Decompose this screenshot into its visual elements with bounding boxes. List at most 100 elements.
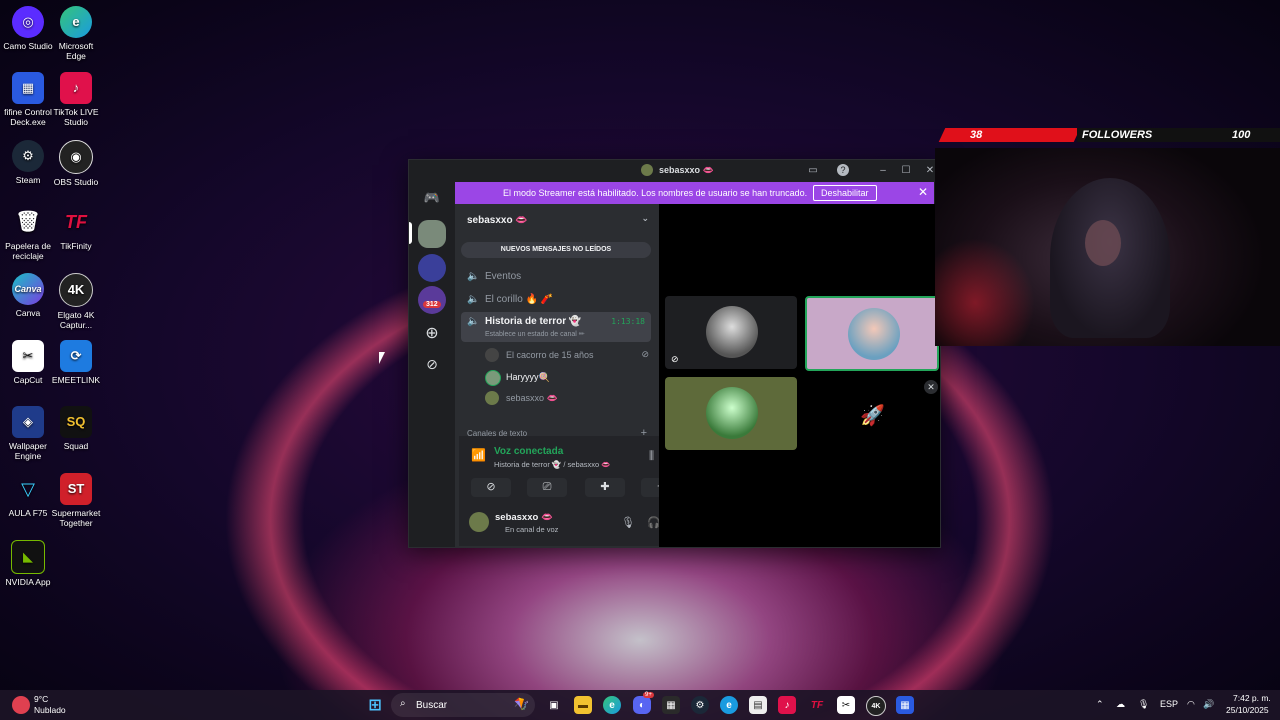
wifi-icon[interactable]: ◠ bbox=[1187, 699, 1195, 710]
desktop-icon-label: Steam bbox=[15, 175, 41, 185]
desktop-icon-nvidia[interactable]: ◣ NVIDIA App bbox=[0, 540, 56, 587]
guild-2[interactable] bbox=[418, 254, 446, 282]
elgato-taskbar-icon[interactable]: 4K bbox=[866, 696, 886, 716]
capcut-taskbar-icon[interactable]: ✂ bbox=[837, 696, 855, 714]
channel-historia-de-terror[interactable]: 🔈 Historia de terror 👻 1:13:18 Establece… bbox=[461, 312, 651, 342]
voice-user[interactable]: sebasxxo 👄 bbox=[485, 390, 649, 408]
mouse-cursor-icon bbox=[379, 352, 385, 364]
channel-eventos[interactable]: 🔈 Eventos bbox=[461, 267, 651, 287]
streamer-mode-banner: El modo Streamer está habilitado. Los no… bbox=[455, 182, 934, 204]
voice-user[interactable]: Haryyyy🍭 bbox=[485, 369, 649, 387]
channel-name: El corillo 🔥 🧨 bbox=[485, 294, 554, 305]
taskbar-search[interactable]: ⌕ Buscar 🪁 bbox=[391, 693, 535, 717]
activities-button[interactable]: ✚ bbox=[585, 478, 625, 497]
voice-user-name: Haryyyy🍭 bbox=[506, 372, 550, 382]
participant-tile[interactable] bbox=[665, 377, 797, 450]
banner-text: El modo Streamer está habilitado. Los no… bbox=[503, 188, 808, 198]
noise-suppression-icon[interactable]: ⫼ bbox=[649, 450, 654, 463]
minimize-button[interactable]: – bbox=[876, 164, 890, 178]
clock-time[interactable]: 7:42 p. m. bbox=[1233, 693, 1271, 703]
participant-tile[interactable]: ⊘ bbox=[665, 296, 797, 369]
desktop-icon-label: TikFinity bbox=[60, 241, 92, 251]
store-icon[interactable]: ▦ bbox=[662, 696, 680, 714]
red-light-glow bbox=[935, 238, 1035, 346]
aula-icon: ▽ bbox=[21, 479, 35, 499]
signal-icon[interactable]: 📶 bbox=[471, 448, 486, 462]
channel-status[interactable]: Establece un estado de canal ✏ bbox=[485, 330, 585, 338]
guild-sebasxxo[interactable] bbox=[418, 220, 446, 248]
microphone-tray-icon[interactable]: 🎙 bbox=[1138, 699, 1149, 710]
tray-overflow-icon[interactable]: ⌃ bbox=[1096, 699, 1104, 710]
wallpaper-engine-icon: ◈ bbox=[12, 406, 44, 438]
squad-icon: SQ bbox=[60, 406, 92, 438]
disable-streamer-button[interactable]: Deshabilitar bbox=[813, 185, 877, 201]
onedrive-icon[interactable]: ☁ bbox=[1116, 699, 1125, 710]
voice-user[interactable]: El cacorro de 15 años ⊘ bbox=[485, 347, 649, 365]
titlebar-avatar bbox=[641, 164, 653, 176]
steam-taskbar-icon[interactable]: ⚙ bbox=[691, 696, 709, 714]
language-indicator[interactable]: ESP bbox=[1160, 699, 1178, 709]
guild-active-indicator bbox=[409, 222, 412, 244]
server-header[interactable]: sebasxxo 👄 ⌄ bbox=[455, 204, 659, 234]
activity-launch-tile[interactable]: 🚀 ✕ bbox=[805, 377, 938, 450]
webcam-overlay bbox=[935, 148, 1280, 346]
discord-home-icon[interactable]: 🎮 bbox=[418, 184, 446, 212]
avatar bbox=[848, 308, 900, 360]
goal-progress-fill bbox=[938, 128, 1081, 142]
close-icon[interactable]: ✕ bbox=[924, 380, 938, 394]
participant-tile-speaking[interactable] bbox=[805, 296, 939, 371]
microphone-icon[interactable]: 🎙 bbox=[621, 516, 635, 529]
desktop-icon-microsoft-edge[interactable]: e Microsoft Edge bbox=[48, 6, 104, 61]
voice-stage: ⊘ 🚀 ✕ bbox=[659, 204, 940, 547]
weather-desc[interactable]: Nublado bbox=[34, 705, 66, 715]
discord-taskbar-icon[interactable]: ◐ bbox=[633, 696, 651, 714]
explore-icon[interactable]: ⊘ bbox=[418, 350, 446, 378]
share-screen-button[interactable]: ⎚ bbox=[527, 478, 567, 497]
clock-date[interactable]: 25/10/2025 bbox=[1226, 705, 1269, 715]
desktop-icon-label: Wallpaper Engine bbox=[9, 441, 47, 461]
emeetlink-icon: ⟳ bbox=[60, 340, 92, 372]
close-banner-icon[interactable]: ✕ bbox=[918, 185, 928, 199]
tikfinity-taskbar-icon[interactable]: TF bbox=[808, 696, 826, 714]
inbox-icon[interactable]: ▭ bbox=[806, 164, 820, 178]
desktop-icon-tiktok-live[interactable]: ♪ TikTok LIVE Studio bbox=[48, 72, 104, 127]
file-explorer-icon[interactable]: ▬ bbox=[574, 696, 592, 714]
help-icon[interactable]: ? bbox=[837, 164, 849, 176]
tiktok-taskbar-icon[interactable]: ♪ bbox=[778, 696, 796, 714]
desktop-icon-elgato[interactable]: 4K Elgato 4K Captur... bbox=[48, 273, 104, 330]
desktop-icon-squad[interactable]: SQ Squad bbox=[48, 406, 104, 451]
nvidia-icon: ◣ bbox=[11, 540, 45, 574]
recycle-bin-icon: 🗑 bbox=[15, 211, 41, 233]
desktop-icon-obs[interactable]: ◉ OBS Studio bbox=[48, 140, 104, 187]
maximize-button[interactable]: ☐ bbox=[899, 164, 913, 178]
new-messages-bar[interactable]: NUEVOS MENSAJES NO LEÍDOS bbox=[461, 242, 651, 258]
speaker-icon: 🔈 bbox=[467, 294, 480, 305]
search-placeholder: Buscar bbox=[416, 700, 448, 711]
fifine-icon: ▦ bbox=[12, 72, 44, 104]
voice-connected-subtitle[interactable]: Historia de terror 👻 / sebasxxo 👄 bbox=[494, 460, 611, 469]
discord-titlebar[interactable]: sebasxxo 👄 ▭ ? – ☐ ✕ bbox=[409, 160, 940, 182]
desktop-icon-emeetlink[interactable]: ⟳ EMEETLINK bbox=[48, 340, 104, 385]
notepad-icon[interactable]: ▤ bbox=[749, 696, 767, 714]
avatar bbox=[706, 306, 758, 358]
voice-user-name: sebasxxo 👄 bbox=[506, 393, 558, 403]
volume-icon[interactable]: 🔊 bbox=[1203, 699, 1214, 710]
task-view-icon[interactable]: ▣ bbox=[545, 696, 563, 714]
weather-temp[interactable]: 9°C bbox=[34, 694, 48, 704]
windows-start-icon[interactable]: ⊞ bbox=[366, 696, 384, 714]
tikfinity-icon: TF bbox=[65, 212, 87, 232]
avatar[interactable] bbox=[469, 512, 489, 532]
desktop-icon-supermarket[interactable]: ST Supermarket Together bbox=[48, 473, 104, 528]
edge-dev-icon[interactable]: e bbox=[720, 696, 738, 714]
camera-off-button[interactable]: ⊘ bbox=[471, 478, 511, 497]
weather-icon[interactable] bbox=[12, 696, 30, 714]
edge-taskbar-icon[interactable]: e bbox=[603, 696, 621, 714]
add-server-icon[interactable]: ⊕ bbox=[418, 319, 446, 347]
speaker-icon: 🔈 bbox=[467, 316, 480, 327]
guild-3[interactable] bbox=[418, 286, 446, 314]
fifine-taskbar-icon[interactable]: ▦ bbox=[896, 696, 914, 714]
server-name: sebasxxo 👄 bbox=[467, 215, 528, 226]
rocket-icon: 🚀 bbox=[860, 405, 885, 427]
desktop-icon-tikfinity[interactable]: TF TikFinity bbox=[48, 206, 104, 251]
channel-el-corillo[interactable]: 🔈 El corillo 🔥 🧨 bbox=[461, 290, 651, 310]
